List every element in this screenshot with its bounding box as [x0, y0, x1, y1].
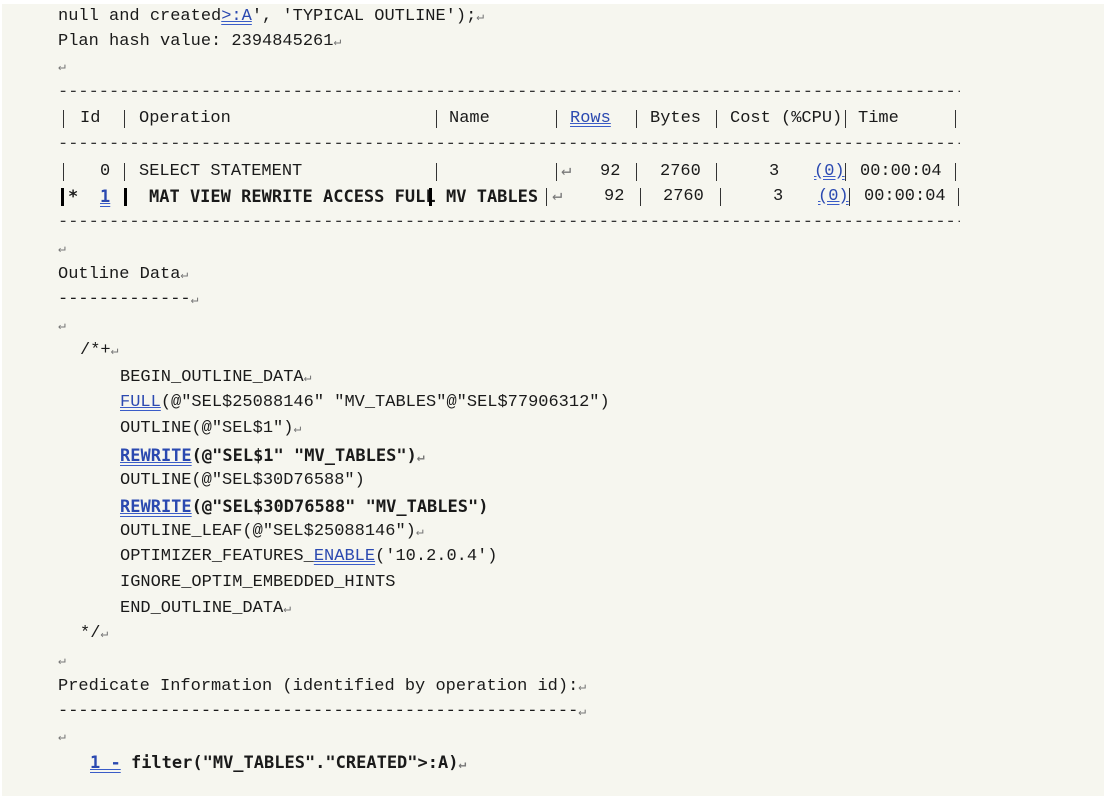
paragraph-mark-icon: ↵: [561, 162, 572, 181]
predicate-filter: 1 - filter("MV_TABLES"."CREATED">:A)↵: [90, 753, 467, 773]
row-time: 00:00:04: [864, 187, 946, 206]
outline-line: IGNORE_OPTIM_EMBEDDED_HINTS: [120, 573, 396, 592]
col-header-cost: Cost (%CPU): [730, 109, 843, 128]
outline-title: Outline Data↵: [58, 265, 189, 284]
outline-line: END_OUTLINE_DATA↵: [120, 599, 292, 618]
paragraph-mark-icon: ↵: [58, 59, 66, 74]
paragraph-mark-icon: ↵: [303, 370, 312, 385]
hint-open: /*+↵: [80, 341, 119, 360]
paragraph-mark-icon: ↵: [58, 729, 66, 744]
col-header-operation: Operation: [139, 109, 231, 128]
paragraph-mark-icon: ↵: [58, 318, 66, 333]
row-id: 0: [100, 162, 111, 181]
outline-line: FULL(@"SEL$25088146" "MV_TABLES"@"SEL$77…: [120, 393, 610, 412]
hint-close: */↵: [80, 624, 109, 643]
paragraph-mark-icon: ↵: [293, 421, 302, 436]
outline-line: OUTLINE_LEAF(@"SEL$25088146")↵: [120, 522, 424, 541]
outline-line: REWRITE(@"SEL$1" "MV_TABLES")↵: [120, 446, 425, 466]
outline-line: REWRITE(@"SEL$30D76588" "MV_TABLES"): [120, 497, 489, 517]
paragraph-mark-icon: ↵: [180, 267, 189, 282]
paragraph-mark-icon: ↵: [415, 524, 424, 539]
paragraph-mark-icon: ↵: [578, 704, 587, 719]
paragraph-mark-icon: ↵: [283, 601, 292, 616]
table-rule-bottom: ----------------------------------------…: [58, 213, 960, 232]
row-name: MV TABLES: [446, 187, 539, 207]
row-id: 1: [100, 187, 111, 207]
col-header-bytes: Bytes: [650, 109, 702, 128]
col-header-id: Id: [80, 109, 101, 128]
row-bytes: 2760: [663, 187, 704, 206]
paragraph-mark-icon: ↵: [100, 626, 109, 641]
col-header-time: Time: [858, 109, 899, 128]
paragraph-mark-icon: ↵: [458, 757, 467, 772]
outline-underline: -------------↵: [58, 290, 199, 309]
paragraph-mark-icon: ↵: [578, 679, 587, 694]
col-header-name: Name: [449, 109, 490, 128]
row-time: 00:00:04: [860, 162, 942, 181]
paragraph-mark-icon: ↵: [333, 34, 342, 49]
paragraph-mark-icon: ↵: [476, 9, 485, 24]
predicate-underline: ----------------------------------------…: [58, 702, 587, 721]
outline-line: OUTLINE(@"SEL$30D76588"): [120, 471, 365, 490]
outline-line: OPTIMIZER_FEATURES_ENABLE('10.2.0.4'): [120, 547, 498, 566]
row-operation: SELECT STATEMENT: [139, 162, 303, 181]
paragraph-mark-icon: ↵: [58, 653, 66, 668]
row-cost: 3: [773, 187, 784, 206]
spell-mark: >:A: [221, 7, 252, 26]
paragraph-mark-icon: ↵: [190, 292, 199, 307]
row-cpu: (0): [818, 187, 849, 206]
table-rule-top: ----------------------------------------…: [58, 83, 960, 102]
predicate-title: Predicate Information (identified by ope…: [58, 677, 587, 696]
row-marker: *: [68, 187, 79, 207]
plan-hash-line: Plan hash value: 2394845261↵: [58, 32, 342, 51]
row-cost: 3: [769, 162, 780, 181]
row-cpu: (0): [814, 162, 845, 181]
row-operation: MAT VIEW REWRITE ACCESS FULL: [149, 187, 436, 207]
paragraph-mark-icon: ↵: [416, 450, 425, 465]
row-bytes: 2760: [660, 162, 701, 181]
row-rows: 92: [600, 162, 621, 181]
paragraph-mark-icon: ↵: [110, 343, 119, 358]
paragraph-mark-icon: ↵: [552, 187, 563, 206]
table-rule-mid: ----------------------------------------…: [58, 135, 960, 154]
paragraph-mark-icon: ↵: [58, 241, 66, 256]
outline-line: OUTLINE(@"SEL$1")↵: [120, 419, 302, 438]
sql-tail-line: null and created>:A', 'TYPICAL OUTLINE')…: [58, 7, 485, 26]
row-rows: 92: [604, 187, 625, 206]
col-header-rows: Rows: [570, 109, 611, 128]
outline-line: BEGIN_OUTLINE_DATA↵: [120, 368, 312, 387]
